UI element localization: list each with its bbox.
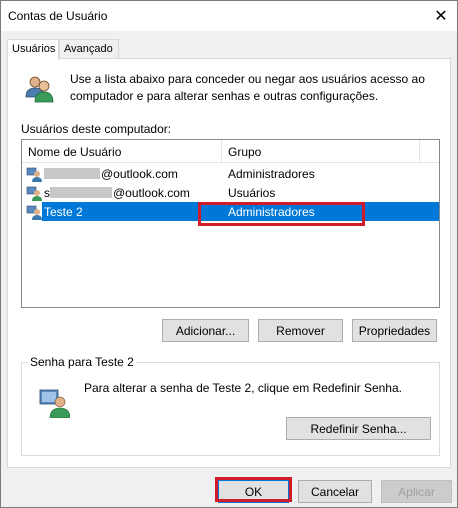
password-group-legend: Senha para Teste 2 (28, 355, 136, 369)
close-icon: ✕ (434, 8, 448, 25)
properties-button[interactable]: Propriedades (352, 319, 437, 342)
apply-button[interactable]: Aplicar (381, 480, 452, 503)
column-header-username-label: Nome de Usuário (28, 145, 122, 159)
user-icon (26, 186, 42, 201)
table-row[interactable]: s @outlook.com Usuários (22, 183, 439, 202)
row-username-text: @outlook.com (101, 167, 178, 181)
table-row-selected[interactable]: Teste 2 Administradores (22, 202, 439, 221)
password-groupbox: Senha para Teste 2 Para alterar a senha … (21, 355, 440, 456)
title-bar: Contas de Usuário ✕ (1, 1, 457, 31)
users-tab-panel: Use a lista abaixo para conceder ou nega… (7, 58, 451, 468)
row-group: Administradores (228, 167, 315, 181)
column-header-username[interactable]: Nome de Usuário (22, 140, 222, 163)
column-header-group[interactable]: Grupo (222, 140, 420, 163)
row-group: Administradores (222, 202, 439, 221)
user-password-icon (39, 389, 70, 418)
redacted-block (50, 187, 112, 198)
cancel-button[interactable]: Cancelar (298, 480, 372, 503)
redacted-block (44, 168, 100, 179)
row-username-text: @outlook.com (113, 186, 190, 200)
tab-users-label: Usuários (12, 43, 56, 55)
window-title: Contas de Usuário (8, 9, 108, 23)
users-list-label: Usuários deste computador: (21, 122, 172, 136)
add-button[interactable]: Adicionar... (162, 319, 249, 342)
row-username: Teste 2 (42, 202, 222, 221)
listview-header: Nome de Usuário Grupo (22, 140, 439, 163)
row-group: Usuários (228, 186, 276, 200)
remove-button[interactable]: Remover (258, 319, 343, 342)
ok-button[interactable]: OK (218, 480, 289, 503)
users-icon (25, 76, 54, 103)
intro-text: Use a lista abaixo para conceder ou nega… (70, 72, 425, 103)
column-header-group-label: Grupo (228, 145, 262, 159)
reset-password-button[interactable]: Redefinir Senha... (286, 417, 431, 440)
tab-advanced[interactable]: Avançado (59, 39, 119, 59)
tab-advanced-label: Avançado (64, 43, 113, 55)
table-row[interactable]: @outlook.com Administradores (22, 164, 439, 183)
close-button[interactable]: ✕ (425, 1, 457, 31)
row-username: @outlook.com (42, 164, 222, 183)
tab-users[interactable]: Usuários (7, 39, 59, 60)
user-icon (26, 205, 42, 220)
row-username: s @outlook.com (42, 183, 222, 202)
password-group-text: Para alterar a senha de Teste 2, clique … (84, 381, 402, 395)
users-listview[interactable]: Nome de Usuário Grupo @outlook.com Admin… (21, 139, 440, 308)
user-icon (26, 167, 42, 182)
user-accounts-dialog: Contas de Usuário ✕ Usuários Avançado Us… (0, 0, 458, 508)
